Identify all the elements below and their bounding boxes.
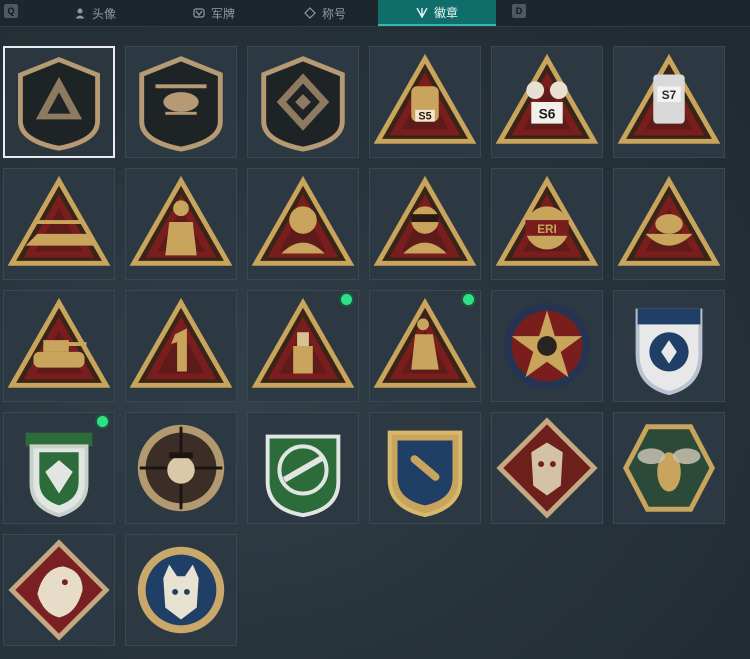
new-indicator-dot bbox=[341, 294, 352, 305]
emblem-slot[interactable] bbox=[3, 290, 115, 402]
emblem-slot[interactable] bbox=[3, 412, 115, 524]
emblem-slot[interactable] bbox=[369, 168, 481, 280]
emblem-text: S6 bbox=[539, 107, 556, 122]
emblem-slot[interactable] bbox=[613, 412, 725, 524]
shield-arrow-emblem-icon bbox=[18, 56, 100, 151]
tab-title[interactable]: 称号 bbox=[266, 0, 384, 26]
emblem-slot[interactable]: ERI bbox=[491, 168, 603, 280]
new-indicator-dot bbox=[97, 416, 108, 427]
blue-shield-emblem-icon bbox=[635, 308, 703, 396]
tab-label: 徽章 bbox=[433, 5, 458, 20]
emblem-slot[interactable] bbox=[491, 290, 603, 402]
aircraft-emblem-icon bbox=[7, 175, 111, 266]
eri-globe-emblem-icon: ERI bbox=[495, 175, 599, 266]
s5-lantern-emblem-icon: S5 bbox=[373, 53, 477, 144]
new-indicator-dot bbox=[463, 294, 474, 305]
green-gem-emblem-icon bbox=[25, 432, 93, 518]
emblem-slot[interactable] bbox=[369, 412, 481, 524]
tab-label: 军牌 bbox=[210, 6, 235, 21]
emblem-slot[interactable] bbox=[125, 412, 237, 524]
emblem-slot[interactable] bbox=[247, 46, 359, 158]
emblem-text: ERI bbox=[537, 223, 557, 236]
dragon-emblem-icon bbox=[8, 539, 110, 641]
tab-bar: Q 头像 军牌 称号 徽章 D bbox=[0, 0, 750, 27]
emblem-slot[interactable] bbox=[491, 412, 603, 524]
tab-avatar[interactable]: 头像 bbox=[36, 0, 154, 26]
tab-dogtag[interactable]: 军牌 bbox=[155, 0, 273, 26]
rifle-crosshair-emblem-icon bbox=[265, 434, 341, 518]
number-one-emblem-icon: 1 bbox=[129, 297, 233, 388]
emblem-slot[interactable]: 1 bbox=[125, 290, 237, 402]
emblem-slot[interactable] bbox=[247, 168, 359, 280]
emblem-slot[interactable]: S6 bbox=[491, 46, 603, 158]
emblem-slot[interactable]: S5 bbox=[369, 46, 481, 158]
emblem-slot[interactable] bbox=[613, 290, 725, 402]
emblem-slot[interactable]: S7 bbox=[613, 46, 725, 158]
s7-canister-emblem-icon: S7 bbox=[617, 53, 721, 144]
tank-emblem-icon bbox=[7, 297, 111, 388]
person-icon bbox=[74, 7, 86, 19]
lynx-emblem-icon bbox=[137, 546, 225, 634]
star-skull-emblem-icon bbox=[503, 302, 591, 390]
dogtag-icon bbox=[193, 7, 205, 19]
next-tab-key[interactable]: D bbox=[512, 4, 526, 18]
emblem-slot[interactable] bbox=[125, 534, 237, 646]
tab-label: 头像 bbox=[91, 6, 116, 21]
silhouettes-emblem-icon bbox=[129, 175, 233, 266]
emblem-slot[interactable] bbox=[3, 168, 115, 280]
emblem-slot[interactable] bbox=[369, 290, 481, 402]
egg-nest-emblem-icon bbox=[617, 175, 721, 266]
prev-tab-key[interactable]: Q bbox=[4, 4, 18, 18]
s6-emblem-icon: S6 bbox=[495, 53, 599, 144]
soldier-visor-emblem-icon bbox=[373, 175, 477, 266]
bullet-crosshair-emblem-icon bbox=[387, 430, 463, 518]
tab-emblem[interactable]: 徽章 bbox=[378, 0, 496, 26]
soldier-headset-emblem-icon bbox=[251, 175, 355, 266]
emblem-slot[interactable] bbox=[247, 290, 359, 402]
emblem-slot[interactable] bbox=[125, 46, 237, 158]
emblem-slot[interactable] bbox=[3, 46, 115, 158]
emblem-slot[interactable] bbox=[247, 412, 359, 524]
helicopter-shield-emblem-icon bbox=[139, 56, 223, 152]
figure-emblem-icon bbox=[373, 297, 477, 388]
emblem-icon bbox=[416, 6, 428, 18]
usb-drive-emblem-icon bbox=[251, 297, 355, 388]
emblem-slot[interactable] bbox=[613, 168, 725, 280]
emblem-text: S7 bbox=[662, 89, 677, 102]
wolf-emblem-icon bbox=[496, 417, 598, 519]
emblem-text: S5 bbox=[418, 111, 431, 123]
hornet-emblem-icon bbox=[623, 424, 715, 512]
diamond-shield-emblem-icon bbox=[261, 56, 345, 152]
crosshair-skull-emblem-icon bbox=[137, 424, 225, 512]
emblem-slot[interactable] bbox=[125, 168, 237, 280]
title-icon bbox=[304, 7, 316, 19]
emblem-slot[interactable] bbox=[3, 534, 115, 646]
tab-label: 称号 bbox=[321, 6, 346, 21]
